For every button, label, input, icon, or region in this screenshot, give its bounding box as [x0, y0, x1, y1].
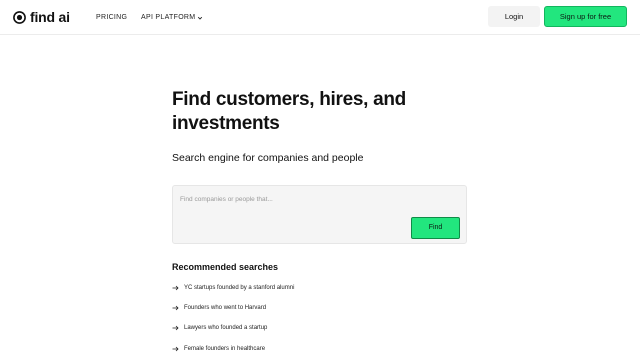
nav-api-platform-label: API PLATFORM: [141, 14, 196, 21]
recommended-search-label: Founders who went to Harvard: [184, 305, 267, 311]
search-input[interactable]: [180, 192, 400, 206]
arrow-right-icon: [172, 325, 179, 331]
recommended-search-label: Lawyers who founded a startup: [184, 325, 268, 331]
top-navigation-bar: find ai PRICING API PLATFORM Login Sign …: [0, 0, 640, 35]
signup-button[interactable]: Sign up for free: [544, 6, 627, 27]
page: find ai PRICING API PLATFORM Login Sign …: [0, 0, 640, 360]
recommended-search-item[interactable]: Lawyers who founded a startup: [172, 323, 267, 333]
recommended-search-label: YC startups founded by a stanford alumni: [184, 285, 295, 291]
arrow-right-icon: [172, 346, 179, 352]
recommended-search-label: Female founders in healthcare: [184, 346, 266, 352]
recommended-search-item[interactable]: Female founders in healthcare: [172, 344, 265, 354]
find-button[interactable]: Find: [411, 217, 460, 239]
hero-title: Find customers, hires, and investments: [172, 89, 406, 134]
login-button[interactable]: Login: [488, 6, 540, 27]
search-box: Find: [172, 185, 467, 244]
arrow-right-icon: [172, 285, 179, 291]
nav-api-platform-dropdown[interactable]: API PLATFORM: [141, 12, 203, 23]
recommended-search-item[interactable]: Founders who went to Harvard: [172, 303, 266, 313]
brand-home-link[interactable]: find ai: [13, 9, 70, 26]
arrow-right-icon: [172, 305, 179, 311]
recommended-searches-heading: Recommended searches: [172, 262, 279, 272]
recommended-search-item[interactable]: YC startups founded by a stanford alumni: [172, 283, 294, 293]
nav-pricing-link[interactable]: PRICING: [96, 12, 127, 23]
chevron-down-icon: [198, 16, 203, 20]
hero-subtitle: Search engine for companies and people: [172, 152, 364, 164]
brand-name: find ai: [30, 9, 70, 25]
find-ai-logo-icon: [13, 11, 26, 24]
